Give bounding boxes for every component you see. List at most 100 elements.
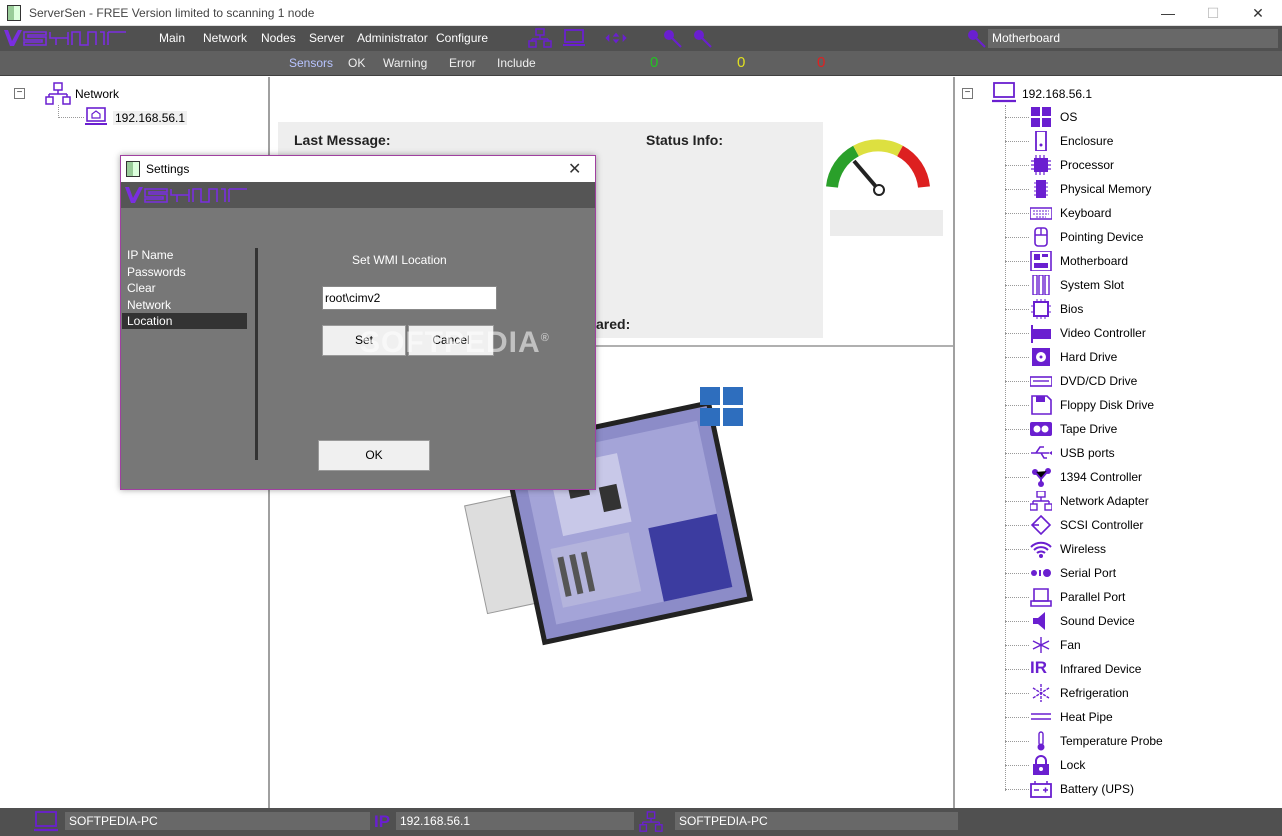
tab-error[interactable]: Error: [449, 56, 476, 70]
hardware-item[interactable]: Enclosure: [1005, 129, 1275, 153]
status-network-computer: SOFTPEDIA-PC: [675, 812, 958, 830]
settings-nav-location[interactable]: Location: [122, 313, 247, 329]
menu-network[interactable]: Network: [203, 31, 247, 45]
minimize-button[interactable]: —: [1153, 4, 1183, 22]
tree-connector: [1005, 765, 1029, 766]
app-window: ServerSen - FREE Version limited to scan…: [0, 0, 1282, 836]
settings-nav-network[interactable]: Network: [122, 297, 247, 313]
app-icon: [7, 5, 21, 21]
hardware-item[interactable]: Hard Drive: [1005, 345, 1275, 369]
hardware-item[interactable]: Wireless: [1005, 537, 1275, 561]
hardware-root-label[interactable]: 192.168.56.1: [1022, 87, 1092, 101]
hardware-item[interactable]: IR Infrared Device: [1005, 657, 1275, 681]
hardware-item[interactable]: Temperature Probe: [1005, 729, 1275, 753]
status-bar: SOFTPEDIA-PC IP 192.168.56.1 SOFTPEDIA-P…: [0, 808, 1282, 836]
hard-drive-icon: [1032, 348, 1050, 366]
fan-icon: [1032, 637, 1050, 653]
network-icon: [45, 82, 71, 105]
hardware-item-label: SCSI Controller: [1060, 518, 1144, 532]
hardware-item-label: Heat Pipe: [1060, 710, 1113, 724]
ok-button[interactable]: OK: [318, 440, 430, 471]
hardware-item[interactable]: Serial Port: [1005, 561, 1275, 585]
hardware-item[interactable]: SCSI Controller: [1005, 513, 1275, 537]
hardware-item-label: Pointing Device: [1060, 230, 1144, 244]
network-status-icon: [639, 811, 663, 832]
menu-nodes[interactable]: Nodes: [261, 31, 296, 45]
infrared-icon: IR: [1030, 658, 1047, 677]
hardware-item-label: Keyboard: [1060, 206, 1112, 220]
tree-root-network[interactable]: Network: [75, 87, 119, 101]
hardware-item-label: Enclosure: [1060, 134, 1114, 148]
computer-icon[interactable]: [562, 28, 586, 48]
dialog-close-button[interactable]: ✕: [568, 159, 581, 179]
hardware-item[interactable]: Video Controller: [1005, 321, 1275, 345]
hardware-item[interactable]: Keyboard: [1005, 201, 1275, 225]
tree-connector: [1005, 789, 1029, 790]
wmi-location-input[interactable]: [322, 286, 497, 310]
hardware-item-label: Floppy Disk Drive: [1060, 398, 1155, 412]
hardware-item-label: Temperature Probe: [1060, 734, 1163, 748]
menu-administrator[interactable]: Administrator: [357, 31, 428, 45]
hardware-item[interactable]: Fan: [1005, 633, 1275, 657]
hardware-item[interactable]: DVD/CD Drive: [1005, 369, 1275, 393]
hardware-item[interactable]: System Slot: [1005, 273, 1275, 297]
gauge-icon: [826, 139, 930, 196]
hardware-item-label: USB ports: [1060, 446, 1115, 460]
probe-icon[interactable]: [660, 28, 684, 48]
hardware-item[interactable]: OS: [1005, 105, 1275, 129]
hardware-item[interactable]: Processor: [1005, 153, 1275, 177]
hardware-item[interactable]: Motherboard: [1005, 249, 1275, 273]
hardware-item[interactable]: Bios: [1005, 297, 1275, 321]
hardware-item[interactable]: 1394 Controller: [1005, 465, 1275, 489]
tab-ok[interactable]: OK: [348, 56, 365, 70]
tree-connector: [1005, 525, 1029, 526]
network-expander[interactable]: −: [14, 88, 25, 99]
status-info-label: Status Info:: [646, 132, 723, 148]
last-scanned-label: ared:: [596, 316, 631, 332]
hardware-item[interactable]: Floppy Disk Drive: [1005, 393, 1275, 417]
network-scan-icon[interactable]: [528, 28, 552, 48]
hardware-item[interactable]: Sound Device: [1005, 609, 1275, 633]
tree-connector: [1005, 645, 1029, 646]
hardware-item-label: OS: [1060, 110, 1078, 124]
hardware-item[interactable]: Battery (UPS): [1005, 777, 1275, 801]
tree-connector: [1005, 621, 1029, 622]
tab-sensors[interactable]: Sensors: [289, 56, 333, 70]
tab-warning[interactable]: Warning: [383, 56, 427, 70]
hardware-item[interactable]: Pointing Device: [1005, 225, 1275, 249]
tab-include[interactable]: Include: [497, 56, 536, 70]
tree-connector: [1005, 429, 1029, 430]
scsi-icon: [1030, 515, 1052, 535]
hardware-item[interactable]: Heat Pipe: [1005, 705, 1275, 729]
battery-icon: [1030, 781, 1052, 798]
dvd-drive-icon: [1030, 376, 1052, 387]
tree-node-ip[interactable]: 192.168.56.1: [113, 111, 188, 125]
floppy-icon: [1031, 395, 1052, 415]
probe-all-icon[interactable]: [690, 28, 714, 48]
hardware-item[interactable]: Parallel Port: [1005, 585, 1275, 609]
hardware-item[interactable]: Network Adapter: [1005, 489, 1275, 513]
hardware-root-expander[interactable]: −: [962, 88, 973, 99]
close-button[interactable]: ✕: [1243, 4, 1273, 22]
hardware-item[interactable]: Refrigeration: [1005, 681, 1275, 705]
tree-connector: [1005, 501, 1029, 502]
settings-nav-ip-name[interactable]: IP Name: [122, 247, 247, 263]
hardware-item[interactable]: Tape Drive: [1005, 417, 1275, 441]
maximize-button[interactable]: ☐: [1198, 4, 1228, 22]
hardware-item-label: Processor: [1060, 158, 1115, 172]
tree-connector: [58, 117, 84, 118]
menu-main[interactable]: Main: [159, 31, 185, 45]
status-computer-name: SOFTPEDIA-PC: [65, 812, 370, 830]
settings-nav-passwords[interactable]: Passwords: [122, 264, 247, 280]
hardware-item[interactable]: Physical Memory: [1005, 177, 1275, 201]
navigate-arrows-icon[interactable]: [604, 28, 628, 48]
tree-connector: [1005, 141, 1029, 142]
hardware-item[interactable]: USB ports: [1005, 441, 1275, 465]
hardware-item[interactable]: Lock: [1005, 753, 1275, 777]
dialog-app-icon: [126, 161, 140, 177]
menu-configure[interactable]: Configure: [436, 31, 488, 45]
menu-server[interactable]: Server: [309, 31, 344, 45]
settings-nav-clear[interactable]: Clear: [122, 280, 247, 296]
hardware-item-label: Serial Port: [1060, 566, 1117, 580]
tree-connector: [1005, 189, 1029, 190]
